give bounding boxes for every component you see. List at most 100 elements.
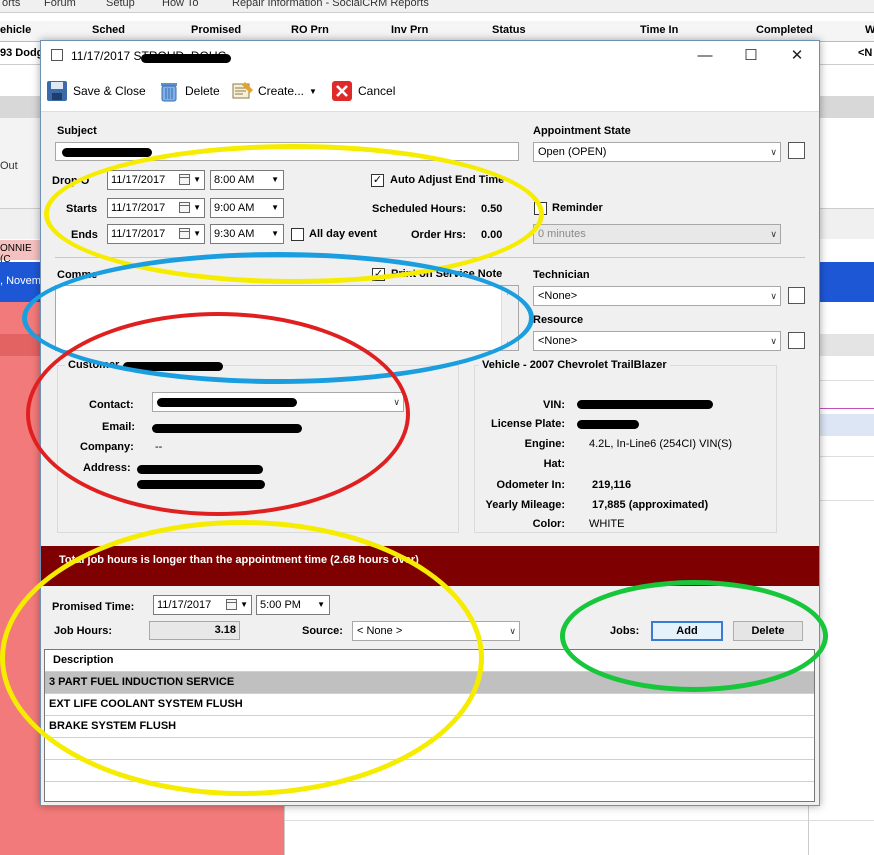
redaction-mark: [141, 54, 231, 63]
background-gray-bar: [818, 334, 874, 356]
color-label: Color:: [532, 518, 565, 530]
col-w[interactable]: W: [865, 24, 874, 36]
jobs-label: Jobs:: [610, 625, 640, 637]
divider: [55, 257, 805, 258]
col-completed[interactable]: Completed: [756, 24, 813, 36]
technician-color-box[interactable]: [788, 287, 805, 304]
table-row-empty[interactable]: [45, 760, 814, 782]
col-time-in[interactable]: Time In: [640, 24, 678, 36]
save-close-button[interactable]: Save & Close: [46, 80, 146, 102]
chevron-down-icon: ▼: [271, 229, 279, 238]
scroll-down-icon[interactable]: ∨: [506, 339, 512, 348]
chevron-down-icon: ▼: [309, 86, 317, 96]
auto-adjust-checkbox[interactable]: ✓: [371, 174, 384, 187]
menu-setup[interactable]: Setup: [106, 0, 135, 9]
out-label[interactable]: Out: [0, 160, 18, 172]
delete-appointment-button[interactable]: Delete: [158, 80, 220, 102]
engine-value: 4.2L, In-Line6 (254CI) VIN(S): [589, 438, 733, 450]
menu-forum[interactable]: Forum: [44, 0, 76, 9]
scroll-up-icon[interactable]: ∧: [506, 288, 512, 297]
starts-date-picker[interactable]: 11/17/2017 ▼: [107, 198, 205, 218]
table-row[interactable]: EXT LIFE COOLANT SYSTEM FLUSH: [45, 694, 814, 716]
drop-off-label: Drop O: [52, 175, 90, 187]
reminder-value: 0 minutes: [538, 228, 586, 240]
company-label: Company:: [80, 441, 134, 453]
jobs-grid-header[interactable]: Description: [45, 650, 814, 672]
resource-select[interactable]: <None> ∨: [533, 331, 781, 351]
delete-job-button[interactable]: Delete: [733, 621, 803, 641]
table-row[interactable]: 3 PART FUEL INDUCTION SERVICE: [45, 672, 814, 694]
appointment-state-color-box[interactable]: [788, 142, 805, 159]
create-dropdown-button[interactable]: Create... ▼: [231, 80, 317, 102]
redaction-mark: [123, 362, 223, 371]
promised-time-select[interactable]: 5:00 PM ▼: [256, 595, 330, 615]
source-select[interactable]: < None > ∨: [352, 621, 520, 641]
close-button[interactable]: ✕: [774, 41, 820, 71]
reminder-select[interactable]: 0 minutes ∨: [533, 224, 781, 244]
menu-repair-info[interactable]: Repair Information - SocialCRM Reports: [232, 0, 429, 9]
subject-input[interactable]: [55, 142, 519, 161]
source-value: < None >: [357, 625, 403, 637]
redaction-mark: [62, 148, 152, 157]
col-vehicle[interactable]: ehicle: [0, 24, 31, 36]
odometer-value: 219,116: [592, 479, 632, 491]
contact-select[interactable]: ∨: [152, 392, 404, 412]
cancel-button[interactable]: Cancel: [331, 80, 395, 102]
chevron-down-icon: ▼: [193, 175, 201, 184]
col-sched[interactable]: Sched: [92, 24, 125, 36]
appointment-state-select[interactable]: Open (OPEN) ∨: [533, 142, 781, 162]
time-marker-line: [818, 408, 874, 409]
all-day-label: All day event: [309, 228, 377, 240]
table-row[interactable]: BRAKE SYSTEM FLUSH: [45, 716, 814, 738]
comments-textarea[interactable]: ∧ ∨: [55, 285, 519, 351]
promised-date-picker[interactable]: 11/17/2017 ▼: [153, 595, 252, 615]
add-job-button[interactable]: Add: [651, 621, 723, 641]
company-value: --: [155, 441, 163, 453]
job-hours-value: 3.18: [149, 621, 240, 640]
job-hours-warning-bar: Total job hours is longer than the appoi…: [41, 546, 819, 586]
reminder-checkbox[interactable]: [534, 202, 547, 215]
comments-scrollbar[interactable]: ∧ ∨: [501, 286, 518, 350]
maximize-button[interactable]: ☐: [728, 41, 774, 71]
delete-label: Delete: [185, 84, 220, 98]
background-grid-header: ehicle Sched Promised RO Prn Inv Prn Sta…: [0, 21, 874, 42]
dialog-toolbar: Save & Close Delete Create... ▼ Cancel: [41, 71, 819, 112]
all-day-checkbox[interactable]: [291, 228, 304, 241]
redaction-mark: [137, 465, 263, 474]
resource-color-box[interactable]: [788, 332, 805, 349]
floppy-disk-icon: [46, 80, 68, 102]
source-label: Source:: [302, 625, 343, 637]
license-plate-label: License Plate:: [491, 418, 565, 430]
menu-reports[interactable]: orts: [2, 0, 20, 9]
appointment-state-label: Appointment State: [533, 125, 631, 137]
calendar-icon: [51, 49, 63, 61]
col-status[interactable]: Status: [492, 24, 526, 36]
row-vehicle: 93 Dodg: [0, 47, 44, 59]
col-promised[interactable]: Promised: [191, 24, 241, 36]
starts-label: Starts: [66, 203, 98, 215]
starts-time: 9:00 AM: [214, 202, 255, 214]
col-ro-prn[interactable]: RO Prn: [291, 24, 329, 36]
starts-time-select[interactable]: 9:00 AM ▼: [210, 198, 284, 218]
resource-label: Resource: [533, 314, 584, 326]
redaction-mark: [577, 400, 713, 409]
technician-select[interactable]: <None> ∨: [533, 286, 781, 306]
background-light-row: [818, 414, 874, 436]
chevron-down-icon: ▼: [271, 175, 279, 184]
drop-off-date-picker[interactable]: 11/17/2017 ▼: [107, 170, 205, 190]
drop-off-time-select[interactable]: 8:00 AM ▼: [210, 170, 284, 190]
ends-time-select[interactable]: 9:30 AM ▼: [210, 224, 284, 244]
chevron-down-icon: ▼: [317, 600, 325, 609]
menu-how-to[interactable]: How To: [162, 0, 198, 9]
gridline: [818, 500, 874, 501]
table-row-empty[interactable]: [45, 738, 814, 760]
ends-date: 11/17/2017: [111, 228, 166, 240]
color-value: WHITE: [589, 518, 625, 530]
drop-off-time: 8:00 AM: [214, 174, 255, 186]
auto-adjust-label: Auto Adjust End Time: [390, 174, 505, 186]
customer-group-label: Customer: [65, 359, 123, 371]
col-inv-prn[interactable]: Inv Prn: [391, 24, 428, 36]
print-note-checkbox[interactable]: ✓: [372, 268, 385, 281]
minimize-button[interactable]: —: [682, 41, 728, 71]
ends-date-picker[interactable]: 11/17/2017 ▼: [107, 224, 205, 244]
